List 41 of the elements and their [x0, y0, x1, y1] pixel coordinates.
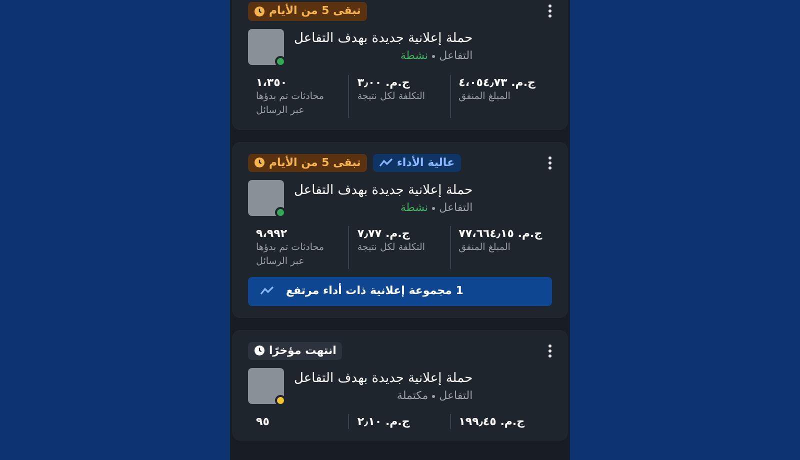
metric-value: ج.م. ١٩٩٫٤٥	[458, 414, 525, 429]
photo-placeholder	[248, 180, 284, 216]
metric-value: ١،٣٥٠	[256, 74, 288, 90]
campaign-title[interactable]: حملة إعلانية جديدة بهدف التفاعل	[294, 370, 473, 388]
more-options-icon[interactable]	[548, 4, 552, 18]
campaign-title[interactable]: حملة إعلانية جديدة بهدف التفاعل	[294, 182, 473, 200]
trend-line-icon	[378, 158, 393, 168]
status-badge: تبقى 5 من الأيام	[248, 2, 367, 20]
metric-label: التكلفة لكل نتيجة	[357, 90, 426, 104]
metric-value: ج.م. ٧٫٧٧	[357, 226, 410, 241]
metric-label: محادثات تم بدؤها عبر الرسائل	[256, 241, 325, 269]
metric-label: المبلغ المنفق	[458, 241, 510, 255]
metric-label: التكلفة لكل نتيجة	[357, 241, 426, 255]
clock-icon	[254, 345, 265, 356]
photo-placeholder	[248, 368, 284, 404]
status-label: نشطة	[400, 48, 428, 64]
status-badge: عالية الأداء	[372, 154, 461, 172]
metric-value: ج.م. ٣٫٠٠	[357, 74, 410, 90]
status-label: نشطة	[400, 200, 428, 216]
objective-label: التفاعل	[439, 200, 473, 216]
objective-label: التفاعل	[439, 48, 473, 64]
objective-label: التفاعل	[439, 388, 473, 404]
banner-text: 1 مجموعة إعلانية ذات أداء مرتفع	[286, 283, 464, 299]
metric-value: ٩،٩٩٢	[256, 226, 288, 241]
status-badge: انتهت مؤخرًا	[248, 342, 342, 360]
more-options-icon[interactable]	[548, 344, 552, 358]
campaign-title[interactable]: حملة إعلانية جديدة بهدف التفاعل	[294, 30, 473, 48]
trend-line-icon	[260, 286, 274, 296]
metric-value: ٩٥	[256, 414, 270, 429]
status-label: مكتملة	[396, 388, 428, 404]
metric-value: ج.م. ٢٫١٠	[357, 414, 410, 429]
performance-banner[interactable]: 1 مجموعة إعلانية ذات أداء مرتفع	[248, 277, 552, 306]
metric-value: ج.م. ٤،٠٥٤٫٧٣	[458, 74, 536, 90]
clock-icon	[254, 157, 265, 168]
metric-value: ج.م. ٧٧،٦٦٤٫١٥	[458, 226, 542, 241]
metric-label: المبلغ المنفق	[458, 90, 510, 104]
clock-icon	[254, 6, 265, 17]
metric-label: محادثات تم بدؤها عبر الرسائل	[256, 90, 325, 118]
more-options-icon[interactable]	[548, 156, 552, 170]
photo-placeholder	[248, 28, 284, 64]
status-badge: تبقى 5 من الأيام	[248, 154, 367, 172]
